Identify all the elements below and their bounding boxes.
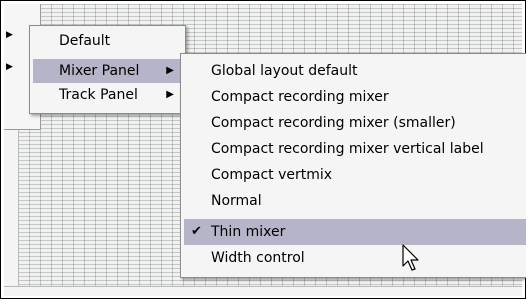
- menu-item-label: Compact recording mixer vertical label: [211, 141, 484, 157]
- submenu-arrow-icon: ▶: [6, 30, 13, 40]
- menu-item-label: Normal: [211, 193, 262, 209]
- menu-item-label: Thin mixer: [211, 224, 286, 240]
- menu-item-label: Track Panel: [59, 87, 138, 103]
- menu-item-mixer-panel[interactable]: Mixer Panel ▶: [33, 59, 182, 83]
- menu-item-label: Mixer Panel: [59, 63, 140, 79]
- submenu-arrow-icon: ▶: [166, 89, 174, 100]
- mixer-panel-submenu: Global layout default Compact recording …: [180, 53, 526, 278]
- menu-item-normal[interactable]: Normal: [184, 188, 526, 214]
- mouse-pointer-icon: [402, 244, 419, 271]
- menu-item-label: Default: [59, 33, 111, 49]
- menu-item-label: Compact recording mixer: [211, 89, 389, 105]
- checkmark-icon: ✔: [191, 224, 202, 239]
- menu-item-compact-recording-mixer[interactable]: Compact recording mixer: [184, 84, 526, 110]
- layout-menu: Default Mixer Panel ▶ Track Panel ▶: [29, 25, 186, 114]
- menu-item-compact-recording-mixer-smaller[interactable]: Compact recording mixer (smaller): [184, 110, 526, 136]
- submenu-arrow-icon: ▶: [6, 62, 13, 72]
- menu-item-label: Global layout default: [211, 63, 358, 79]
- menu-item-width-control[interactable]: Width control: [184, 245, 526, 271]
- menu-item-label: Width control: [211, 250, 305, 266]
- menu-item-default[interactable]: Default: [33, 29, 182, 53]
- menu-item-compact-recording-mixer-vertical-label[interactable]: Compact recording mixer vertical label: [184, 136, 526, 162]
- menu-item-track-panel[interactable]: Track Panel ▶: [33, 83, 182, 107]
- menu-item-global-layout-default[interactable]: Global layout default: [184, 58, 526, 84]
- menu-item-label: Compact vertmix: [211, 167, 333, 183]
- menu-item-thin-mixer[interactable]: ✔ Thin mixer: [184, 219, 526, 245]
- menu-item-label: Compact recording mixer (smaller): [211, 115, 456, 131]
- submenu-arrow-icon: ▶: [166, 65, 174, 76]
- menu-item-compact-vertmix[interactable]: Compact vertmix: [184, 162, 526, 188]
- bottom-scrollbar[interactable]: [4, 286, 522, 296]
